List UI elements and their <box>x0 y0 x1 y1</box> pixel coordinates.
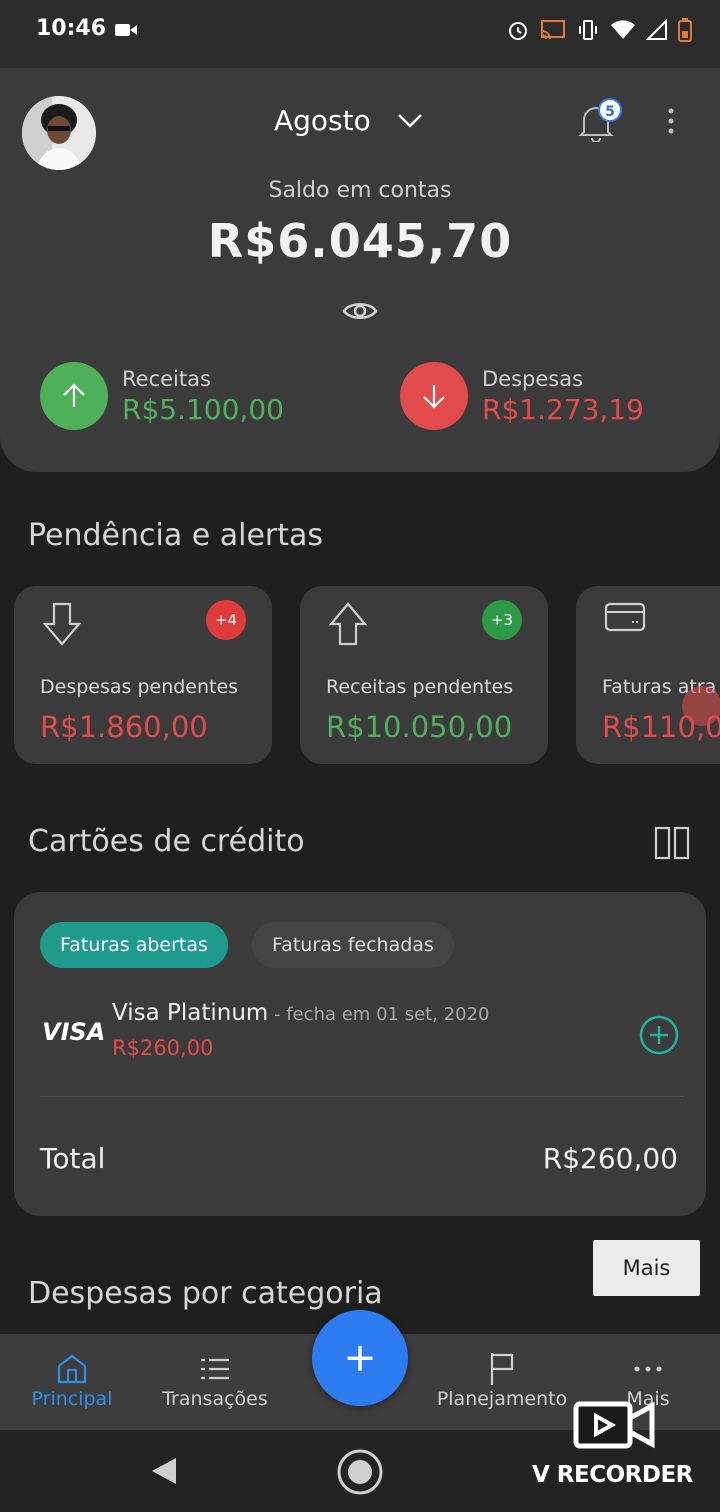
income-value: R$5.100,00 <box>122 392 284 426</box>
income-label: Receitas <box>122 366 211 391</box>
category-section-title: Despesas por categoria <box>28 1276 383 1311</box>
month-label: Agosto <box>274 104 371 137</box>
plus-icon: + <box>343 1335 377 1381</box>
credit-cards-card: Faturas abertas Faturas fechadas VISA Vi… <box>14 892 706 1216</box>
add-circle-icon[interactable] <box>638 1014 680 1056</box>
vibrate-icon <box>579 20 597 40</box>
avatar[interactable] <box>22 96 96 170</box>
tab-closed-invoices[interactable]: Faturas fechadas <box>252 922 454 968</box>
pending-expenses-count: +4 <box>206 600 246 640</box>
card-row[interactable]: Visa Platinum - fecha em 01 set, 2020 <box>112 1000 489 1026</box>
card-amount: R$260,00 <box>112 1036 214 1060</box>
back-icon[interactable] <box>150 1456 178 1486</box>
add-transaction-fab[interactable]: + <box>312 1310 408 1406</box>
home-icon <box>57 1354 87 1384</box>
alerts-section-title: Pendência e alertas <box>28 518 324 553</box>
columns-view-icon[interactable] <box>654 826 690 860</box>
cast-icon <box>541 20 565 40</box>
balance-label: Saldo em contas <box>268 178 452 203</box>
overdue-invoices-card[interactable]: Faturas atra R$110,0 <box>576 586 720 764</box>
pending-expenses-value: R$1.860,00 <box>40 710 208 744</box>
pending-income-label: Receitas pendentes <box>326 676 514 698</box>
home-circle-icon[interactable] <box>336 1448 384 1496</box>
balance-header: Agosto 5 Saldo em contas R$6.045,70 Rece… <box>0 68 720 472</box>
notification-badge: 5 <box>598 98 622 122</box>
more-dots-icon <box>634 1366 662 1372</box>
visa-logo: VISA <box>42 1018 106 1046</box>
avatar-photo-icon <box>22 96 96 170</box>
pending-expenses-label: Despesas pendentes <box>40 676 239 698</box>
arrow-up-icon <box>40 362 108 430</box>
nav-item-transacoes[interactable]: Transações <box>154 1350 276 1410</box>
video-camera-icon <box>115 24 137 36</box>
expenses-value: R$1.273,19 <box>482 392 644 426</box>
pending-income-count: +3 <box>482 600 522 640</box>
chevron-down-icon <box>397 113 422 128</box>
video-recorder-icon <box>573 1401 655 1449</box>
total-value: R$260,00 <box>542 1142 678 1175</box>
divider <box>40 1096 684 1097</box>
expenses-summary[interactable]: Despesas R$1.273,19 <box>400 362 644 430</box>
credit-cards-section-title: Cartões de crédito <box>28 824 305 859</box>
pending-income-card[interactable]: +3 Receitas pendentes R$10.050,00 <box>300 586 548 764</box>
nav-label-principal: Principal <box>31 1388 113 1410</box>
signal-icon <box>646 19 667 40</box>
flag-icon <box>490 1353 514 1385</box>
month-selector[interactable]: Agosto <box>274 104 423 137</box>
tab-open-invoices[interactable]: Faturas abertas <box>40 922 228 968</box>
notifications-button[interactable]: 5 <box>576 98 622 146</box>
kebab-icon <box>668 108 674 134</box>
eye-icon <box>342 303 378 319</box>
list-icon <box>201 1358 229 1380</box>
card-closing-date: - fecha em 01 set, 2020 <box>268 1004 490 1025</box>
battery-icon <box>678 18 692 42</box>
card-name: Visa Platinum <box>112 1000 269 1026</box>
status-icons <box>506 18 692 42</box>
wifi-icon <box>611 20 635 39</box>
income-summary[interactable]: Receitas R$5.100,00 <box>40 362 284 430</box>
nav-label-transacoes: Transações <box>162 1388 268 1410</box>
arrow-down-icon <box>400 362 468 430</box>
more-options-button[interactable] <box>660 106 682 140</box>
credit-card-icon <box>604 602 646 632</box>
status-bar: 10:46 <box>0 0 720 68</box>
pending-expenses-card[interactable]: +4 Despesas pendentes R$1.860,00 <box>14 586 272 764</box>
more-button[interactable]: Mais <box>593 1240 700 1296</box>
total-label: Total <box>40 1142 106 1175</box>
alarm-icon <box>509 22 527 40</box>
arrow-down-outline-icon <box>42 602 82 646</box>
expenses-label: Despesas <box>482 366 584 391</box>
pending-income-value: R$10.050,00 <box>326 710 513 744</box>
toggle-visibility-button[interactable] <box>342 298 378 328</box>
nav-item-planejamento[interactable]: Planejamento <box>430 1350 574 1410</box>
status-time: 10:46 <box>36 16 107 41</box>
balance-value: R$6.045,70 <box>207 214 513 268</box>
touch-indicator <box>682 686 720 726</box>
nav-item-principal[interactable]: Principal <box>22 1350 122 1410</box>
nav-label-planejamento: Planejamento <box>436 1388 568 1410</box>
recorder-watermark: V RECORDER <box>532 1462 693 1488</box>
arrow-up-outline-icon <box>328 602 368 646</box>
